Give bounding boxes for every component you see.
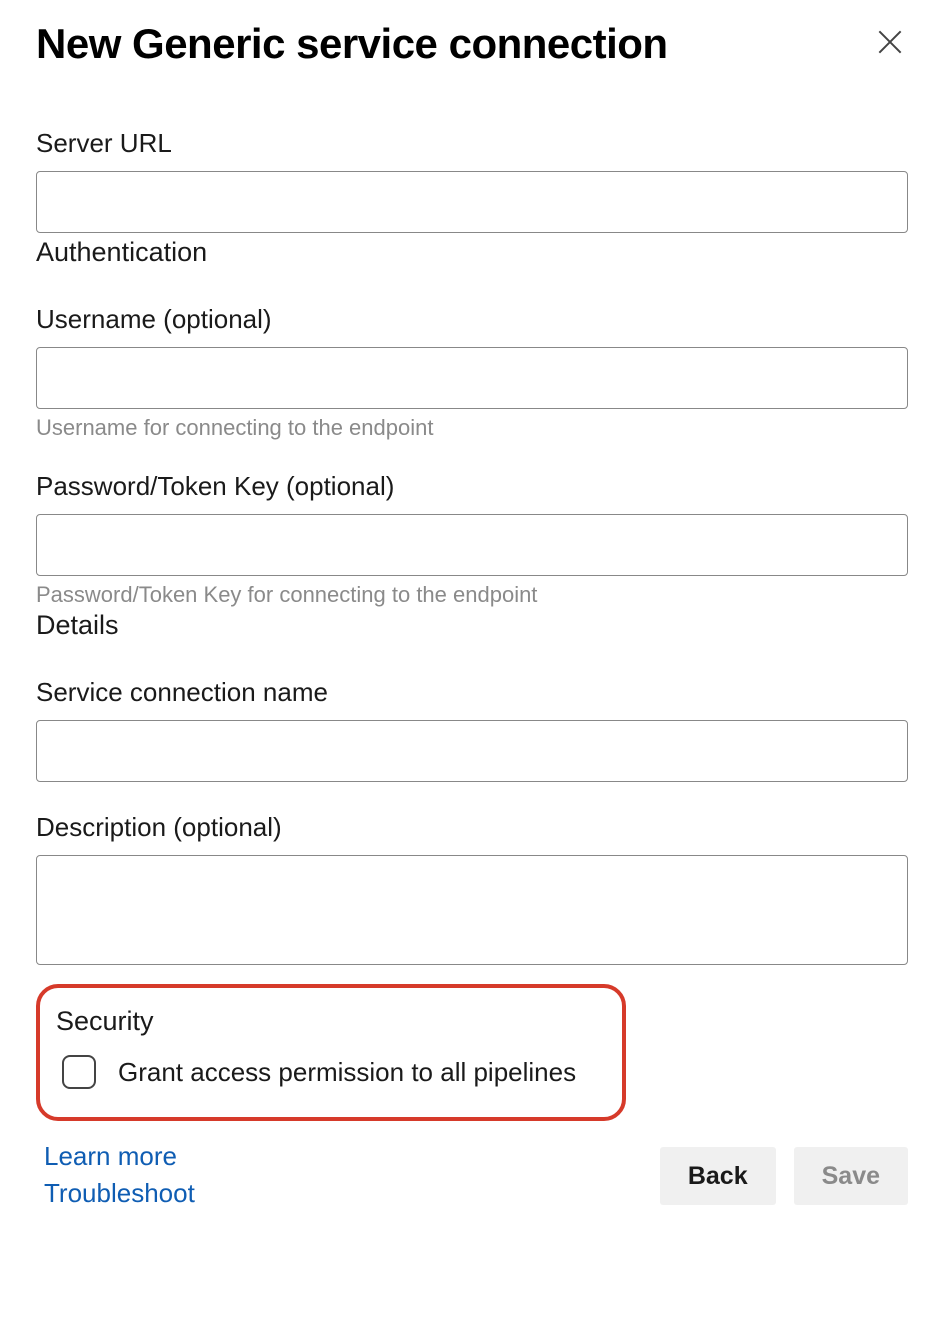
username-label: Username (optional) <box>36 304 908 335</box>
username-hint: Username for connecting to the endpoint <box>36 415 908 441</box>
description-group: Description (optional) <box>36 812 908 970</box>
password-label: Password/Token Key (optional) <box>36 471 908 502</box>
dialog-footer: Learn more Troubleshoot Back Save <box>36 1141 908 1209</box>
username-input[interactable] <box>36 347 908 409</box>
back-button[interactable]: Back <box>660 1147 776 1205</box>
server-url-group: Server URL <box>36 128 908 233</box>
save-button[interactable]: Save <box>794 1147 908 1205</box>
description-label: Description (optional) <box>36 812 908 843</box>
description-input[interactable] <box>36 855 908 965</box>
footer-buttons: Back Save <box>660 1147 908 1205</box>
security-section: Security Grant access permission to all … <box>36 984 626 1121</box>
authentication-heading: Authentication <box>36 237 908 268</box>
dialog-header: New Generic service connection <box>36 20 908 68</box>
grant-access-row: Grant access permission to all pipelines <box>56 1055 602 1089</box>
troubleshoot-link[interactable]: Troubleshoot <box>44 1178 195 1209</box>
password-group: Password/Token Key (optional) Password/T… <box>36 471 908 608</box>
server-url-label: Server URL <box>36 128 908 159</box>
close-button[interactable] <box>872 26 908 62</box>
learn-more-link[interactable]: Learn more <box>44 1141 195 1172</box>
password-hint: Password/Token Key for connecting to the… <box>36 582 908 608</box>
security-heading: Security <box>56 1006 602 1037</box>
connection-name-label: Service connection name <box>36 677 908 708</box>
connection-name-input[interactable] <box>36 720 908 782</box>
server-url-input[interactable] <box>36 171 908 233</box>
close-icon <box>874 26 906 63</box>
dialog-title: New Generic service connection <box>36 20 668 68</box>
grant-access-checkbox[interactable] <box>62 1055 96 1089</box>
connection-name-group: Service connection name <box>36 677 908 782</box>
details-heading: Details <box>36 610 908 641</box>
grant-access-label[interactable]: Grant access permission to all pipelines <box>118 1057 576 1088</box>
password-input[interactable] <box>36 514 908 576</box>
footer-links: Learn more Troubleshoot <box>36 1141 195 1209</box>
username-group: Username (optional) Username for connect… <box>36 304 908 441</box>
